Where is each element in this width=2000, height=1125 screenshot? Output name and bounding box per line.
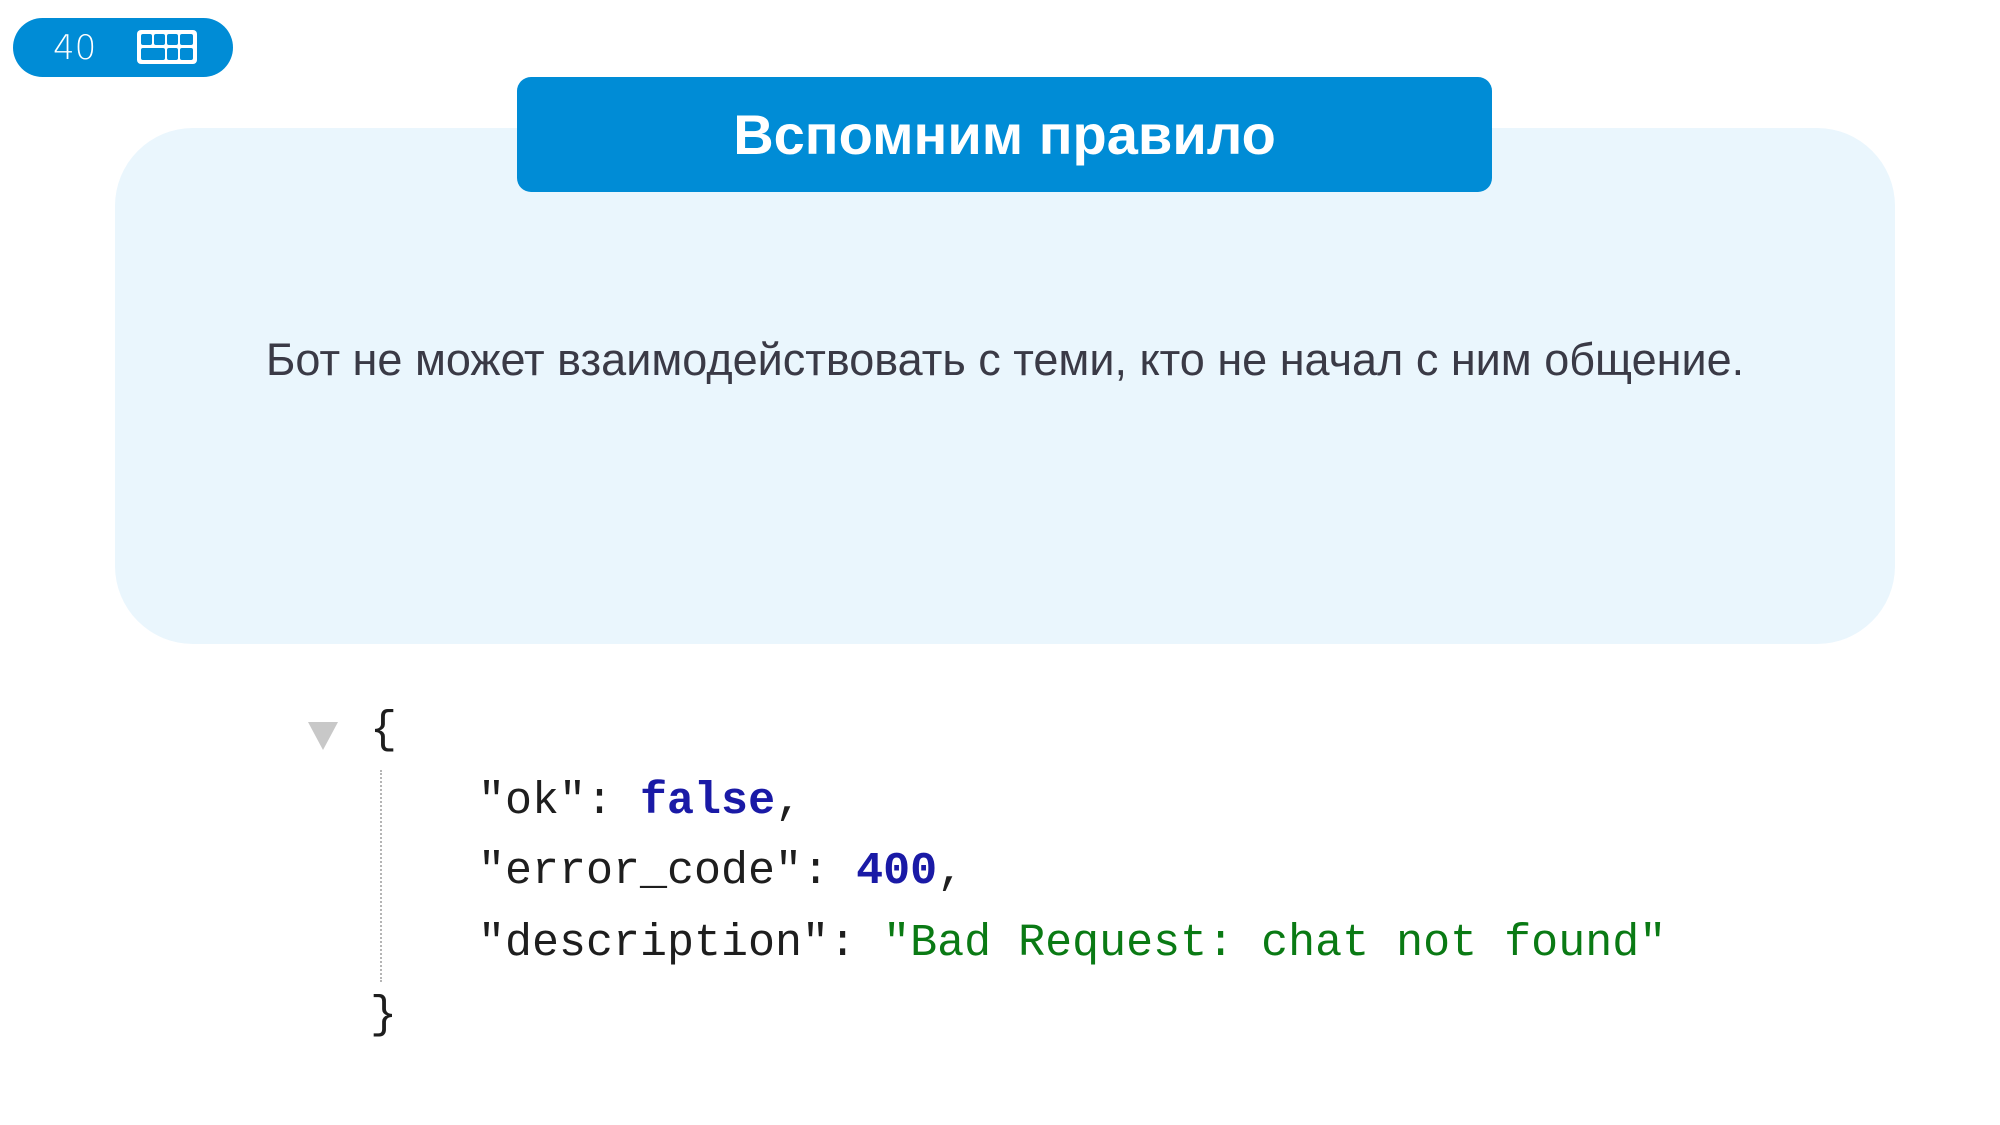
- json-close-brace: }: [370, 990, 398, 1041]
- rule-text: Бот не может взаимодействовать с теми, к…: [265, 334, 1745, 385]
- json-line-error-code: "error_code": 400,: [478, 846, 964, 897]
- json-value: 400: [856, 846, 938, 897]
- collapse-triangle-icon[interactable]: [308, 722, 338, 750]
- json-line-description: "description": "Bad Request: chat not fo…: [478, 918, 1666, 969]
- json-value: false: [640, 776, 776, 827]
- json-key: "description": [478, 918, 830, 969]
- json-sep: :: [829, 918, 884, 969]
- json-line-ok: "ok": false,: [478, 776, 802, 827]
- content-panel: [115, 128, 1895, 644]
- page-title: Вспомним правило: [733, 103, 1276, 166]
- json-comma: ,: [775, 776, 803, 827]
- keyboard-icon[interactable]: [137, 30, 197, 64]
- slide-number-badge: 40: [13, 18, 233, 77]
- json-sep: :: [802, 846, 857, 897]
- json-sep: :: [586, 776, 641, 827]
- json-comma: ,: [937, 846, 965, 897]
- json-key: "error_code": [478, 846, 803, 897]
- json-key: "ok": [478, 776, 587, 827]
- title-banner: Вспомним правило: [517, 77, 1492, 192]
- slide-number: 40: [53, 28, 97, 68]
- json-value: "Bad Request: chat not found": [883, 918, 1667, 969]
- indent-guide: [380, 770, 382, 982]
- json-open-brace: {: [370, 705, 398, 756]
